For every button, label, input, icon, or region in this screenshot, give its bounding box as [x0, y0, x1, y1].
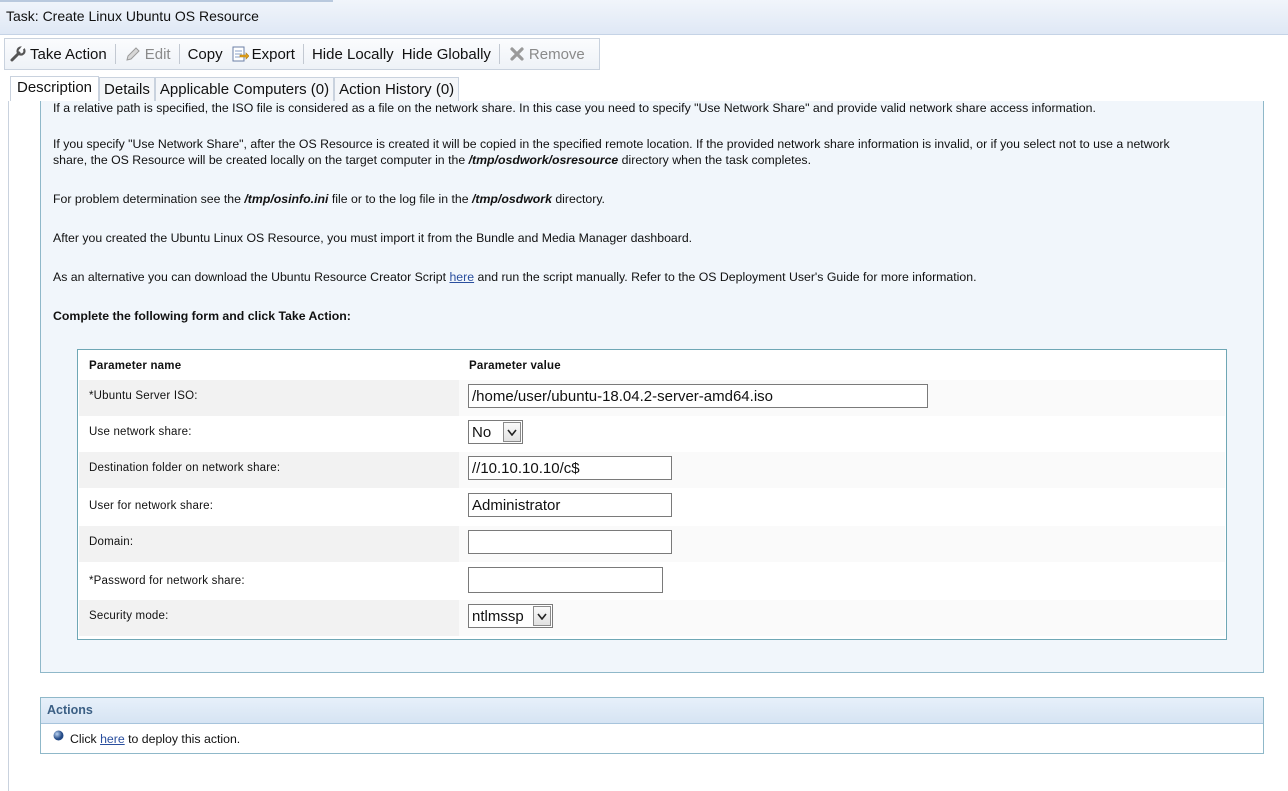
actions-panel: Actions Click here to deploy this action… [40, 697, 1264, 754]
toolbar-divider [302, 44, 304, 64]
tab-bar: Description Details Applicable Computers… [10, 76, 460, 103]
password-input[interactable] [468, 567, 663, 593]
security-mode-value: ntlmssp [472, 607, 524, 625]
description-paragraph: After you created the Ubuntu Linux OS Re… [53, 231, 693, 245]
remove-button[interactable]: Remove [504, 39, 589, 69]
form-intro: Complete the following form and click Ta… [53, 309, 351, 323]
tab-details-label: Details [104, 81, 150, 98]
toolbar-divider [114, 44, 116, 64]
iso-path-input[interactable] [468, 384, 928, 408]
description-paragraph: share, the OS Resource will be created l… [53, 153, 811, 167]
user-label: User for network share: [89, 500, 214, 512]
chevron-down-icon [533, 606, 551, 626]
take-action-label: Take Action [30, 45, 107, 63]
security-label: Security mode: [89, 610, 169, 622]
description-paragraph: As an alternative you can download the U… [53, 270, 977, 284]
description-paragraph: For problem determination see the /tmp/o… [53, 192, 605, 206]
form-row-destination: Destination folder on network share: [79, 452, 1225, 488]
toolbar-divider [178, 44, 180, 64]
tab-description-label: Description [17, 79, 93, 96]
tab-action-history-label: Action History (0) [339, 81, 455, 98]
parameter-form: Parameter name Parameter value *Ubuntu S… [77, 349, 1227, 640]
use-share-value: No [472, 423, 492, 441]
deploy-action-link[interactable]: here [100, 732, 125, 746]
toolbar-divider [498, 44, 500, 64]
description-paragraph: If you specify "Use Network Share", afte… [53, 137, 1170, 151]
window-title: Task: Create Linux Ubuntu OS Resource [6, 8, 259, 24]
hide-locally-label: Hide Locally [311, 45, 394, 63]
tab-action-history[interactable]: Action History (0) [334, 77, 460, 102]
remove-label: Remove [528, 45, 585, 63]
tab-details[interactable]: Details [99, 77, 155, 102]
tab-applicable-computers[interactable]: Applicable Computers (0) [154, 77, 335, 102]
use-share-select[interactable]: No [468, 420, 523, 444]
form-header-row: Parameter name Parameter value [79, 350, 1225, 380]
user-input[interactable] [468, 493, 672, 517]
form-row-security: Security mode: ntlmssp [79, 600, 1225, 636]
header-parameter-value: Parameter value [469, 360, 561, 372]
export-icon [232, 46, 249, 62]
description-panel: If a relative path is specified, the ISO… [40, 101, 1264, 673]
form-row-domain: Domain: [79, 526, 1225, 562]
destination-folder-input[interactable] [468, 456, 672, 480]
iso-label: *Ubuntu Server ISO: [89, 390, 198, 402]
deploy-instruction: Click here to deploy this action. [70, 732, 241, 746]
wrench-icon [10, 45, 26, 62]
tab-applicable-computers-label: Applicable Computers (0) [159, 81, 330, 98]
password-label: *Password for network share: [89, 575, 245, 587]
header-parameter-name: Parameter name [89, 360, 182, 372]
form-row-password: *Password for network share: [79, 562, 1225, 600]
edit-label: Edit [144, 45, 171, 63]
content-area[interactable]: If a relative path is specified, the ISO… [8, 101, 1288, 791]
hide-globally-label: Hide Globally [401, 45, 491, 63]
tab-description[interactable]: Description [10, 76, 100, 103]
domain-label: Domain: [89, 536, 134, 548]
description-cut-line: If a relative path is specified, the ISO… [53, 101, 1096, 115]
export-label: Export [251, 45, 295, 63]
bullet-icon [53, 730, 64, 741]
edit-button[interactable]: Edit [120, 39, 175, 69]
download-script-link[interactable]: here [449, 270, 474, 284]
remove-x-icon [510, 47, 524, 61]
take-action-button[interactable]: Take Action [5, 39, 111, 69]
use-share-label: Use network share: [89, 426, 192, 438]
form-row-use-share: Use network share: No [79, 416, 1225, 452]
domain-input[interactable] [468, 530, 672, 554]
copy-label: Copy [187, 45, 223, 63]
actions-title: Actions [41, 698, 1263, 724]
actions-body: Click here to deploy this action. [41, 724, 1263, 754]
toolbar: Take Action Edit Copy Export Hide Locall… [4, 38, 600, 70]
export-button[interactable]: Export [227, 39, 299, 69]
title-bar: Task: Create Linux Ubuntu OS Resource [0, 0, 1288, 35]
hide-locally-button[interactable]: Hide Locally [308, 39, 398, 69]
chevron-down-icon [503, 422, 521, 442]
pencil-icon [126, 47, 140, 61]
form-row-user: User for network share: [79, 488, 1225, 526]
title-bar-accent [0, 0, 333, 2]
hide-globally-button[interactable]: Hide Globally [398, 39, 495, 69]
copy-button[interactable]: Copy [184, 39, 227, 69]
destination-label: Destination folder on network share: [89, 462, 281, 474]
security-mode-select[interactable]: ntlmssp [468, 604, 553, 628]
form-row-iso: *Ubuntu Server ISO: [79, 380, 1225, 416]
